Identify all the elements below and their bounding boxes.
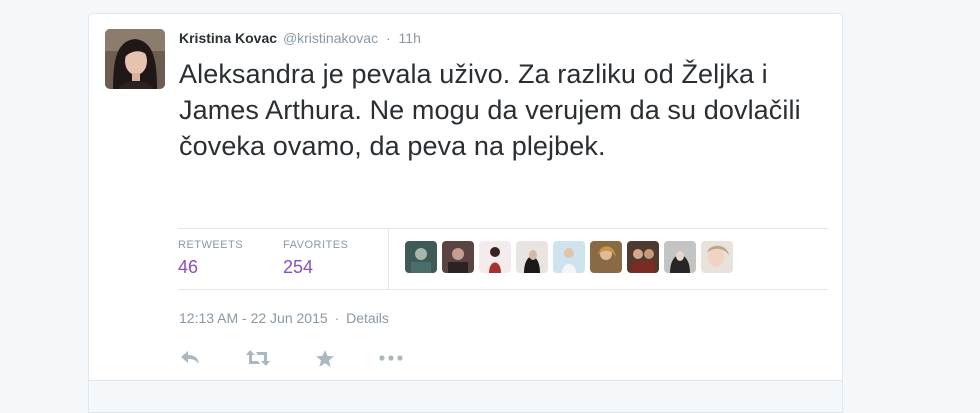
retweets-label: RETWEETS [178, 239, 244, 251]
favoriter-avatar[interactable] [701, 241, 733, 273]
favorites-count: 254 [283, 257, 314, 277]
details-link[interactable]: Details [346, 310, 389, 326]
tweet-text: Aleksandra je pevala uživo. Za razliku o… [179, 59, 801, 161]
tweet-time-ago[interactable]: 11h [399, 30, 421, 46]
favorites-label: FAVORITES [283, 239, 349, 251]
retweets-count: 46 [178, 257, 199, 277]
retweet-button[interactable] [245, 347, 271, 369]
favoriter-avatar[interactable] [627, 241, 659, 273]
meta-separator: · [334, 310, 340, 326]
reply-icon [179, 349, 201, 367]
more-button[interactable] [379, 347, 403, 369]
author-fullname[interactable]: Kristina Kovac [179, 30, 277, 46]
more-dots-icon [379, 355, 403, 361]
author-avatar[interactable] [105, 29, 165, 89]
favoriter-avatar[interactable] [664, 241, 696, 273]
stats-divider [388, 229, 389, 289]
favoriter-avatar[interactable] [516, 241, 548, 273]
favoriter-avatar[interactable] [553, 241, 585, 273]
tweet-meta: 12:13 AM - 22 Jun 2015 · Details [179, 310, 389, 326]
favoriter-avatar[interactable] [442, 241, 474, 273]
favoriter-avatar[interactable] [405, 241, 437, 273]
tweet-card: Kristina Kovac @kristinakovac · 11h Alek… [88, 13, 843, 413]
header-separator: · [385, 30, 391, 46]
retweets-stat[interactable]: RETWEETS 46 [178, 238, 243, 279]
favorite-star-icon [315, 349, 335, 368]
author-username[interactable]: @kristinakovac [283, 30, 378, 46]
favorites-stat[interactable]: FAVORITES 254 [283, 238, 348, 279]
favorite-button[interactable] [315, 347, 335, 369]
tweet-stats: RETWEETS 46 FAVORITES 254 [178, 228, 828, 290]
tweet-header: Kristina Kovac @kristinakovac · 11h [179, 29, 421, 47]
favoriter-avatar[interactable] [590, 241, 622, 273]
tweet-timestamp[interactable]: 12:13 AM - 22 Jun 2015 [179, 310, 328, 326]
favoriter-avatar[interactable] [479, 241, 511, 273]
reply-button[interactable] [179, 347, 201, 369]
reply-area [89, 380, 842, 412]
retweet-icon [245, 349, 271, 367]
